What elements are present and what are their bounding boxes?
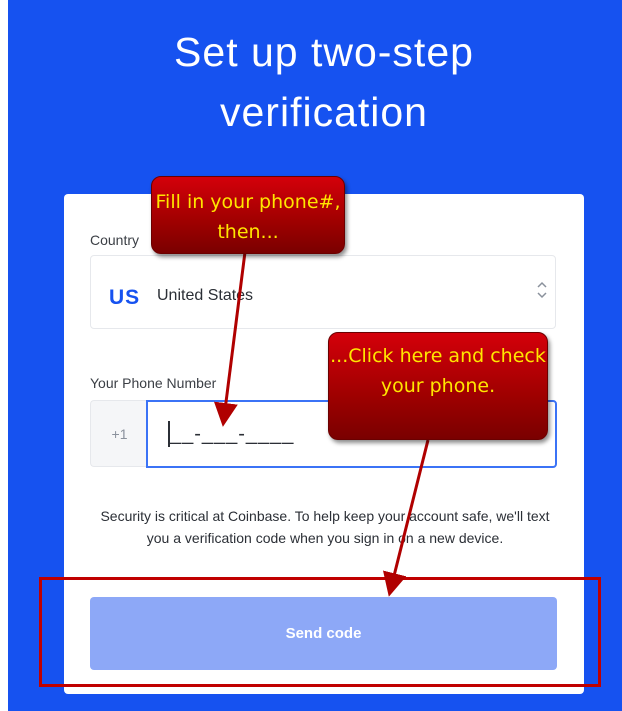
page-title: Set up two-step verification [8,22,622,142]
text-cursor [168,421,170,447]
security-notice: Security is critical at Coinbase. To hel… [100,508,550,546]
country-code: US [109,286,141,309]
country-label: Country [90,232,140,248]
phone-label: Your Phone Number [90,375,217,391]
country-select[interactable]: US United States [90,255,556,329]
phone-country-prefix: +1 [90,400,148,467]
callout-click-send: ...Click here and check your phone. [328,332,548,440]
chevron-up-down-icon [535,279,549,307]
country-name: United States [157,287,254,304]
callout-fill-phone: Fill in your phone#, then... [151,176,345,254]
send-code-highlight-box [39,577,601,687]
page-title-line-2: verification [220,89,428,135]
page-title-line-1: Set up two-step [174,29,474,75]
